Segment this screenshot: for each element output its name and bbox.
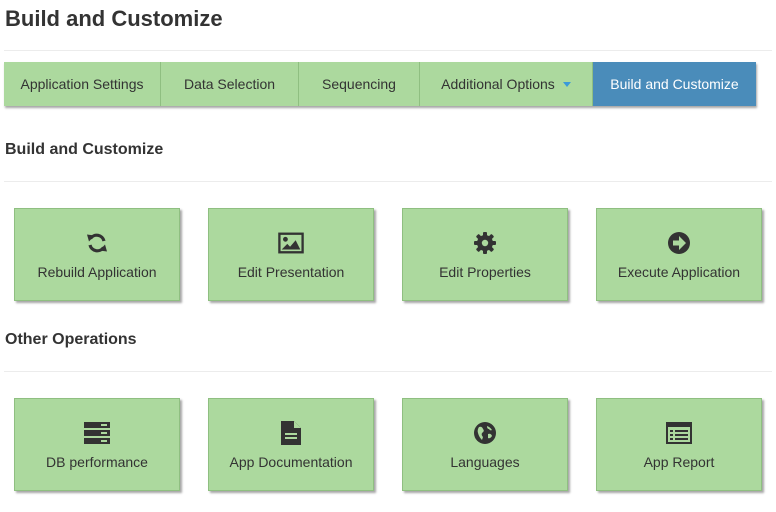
tile-label: Rebuild Application <box>37 264 157 280</box>
tab-label: Sequencing <box>322 76 396 92</box>
document-icon <box>278 420 304 446</box>
globe-icon <box>472 420 498 446</box>
tile-label: Execute Application <box>617 264 741 280</box>
app-documentation-button[interactable]: App Documentation <box>208 398 374 491</box>
page: Build and Customize Application Settings… <box>0 0 776 512</box>
section-title-build: Build and Customize <box>5 141 164 158</box>
tile-label: App Documentation <box>229 454 353 470</box>
divider <box>4 181 772 182</box>
tile-label: DB performance <box>46 454 148 470</box>
divider <box>4 371 772 372</box>
tab-data-selection[interactable]: Data Selection <box>161 62 299 106</box>
report-list-icon <box>666 420 692 446</box>
tile-label: Languages <box>450 454 520 470</box>
server-icon <box>84 420 110 446</box>
page-title: Build and Customize <box>5 6 223 31</box>
tab-additional-options[interactable]: Additional Options <box>420 62 593 106</box>
tab-application-settings[interactable]: Application Settings <box>4 62 161 106</box>
db-performance-button[interactable]: DB performance <box>14 398 180 491</box>
edit-properties-button[interactable]: Edit Properties <box>402 208 568 301</box>
tile-label: Edit Presentation <box>237 264 345 280</box>
tab-label: Additional Options <box>441 76 555 92</box>
arrow-circle-right-icon <box>666 230 692 256</box>
execute-application-button[interactable]: Execute Application <box>596 208 762 301</box>
caret-down-icon <box>562 81 571 87</box>
section-title-other: Other Operations <box>5 331 137 348</box>
tab-label: Application Settings <box>20 76 144 92</box>
image-icon <box>278 230 304 256</box>
app-report-button[interactable]: App Report <box>596 398 762 491</box>
tab-sequencing[interactable]: Sequencing <box>299 62 420 106</box>
divider <box>4 50 772 51</box>
wizard-tabs: Application Settings Data Selection Sequ… <box>4 62 756 106</box>
tab-build-and-customize[interactable]: Build and Customize <box>593 62 756 106</box>
gear-icon <box>472 230 498 256</box>
rebuild-application-button[interactable]: Rebuild Application <box>14 208 180 301</box>
tab-label: Data Selection <box>183 76 276 92</box>
tab-label: Build and Customize <box>610 76 739 92</box>
tile-label: App Report <box>643 454 715 470</box>
tile-label: Edit Properties <box>439 264 531 280</box>
refresh-icon <box>84 230 110 256</box>
edit-presentation-button[interactable]: Edit Presentation <box>208 208 374 301</box>
languages-button[interactable]: Languages <box>402 398 568 491</box>
